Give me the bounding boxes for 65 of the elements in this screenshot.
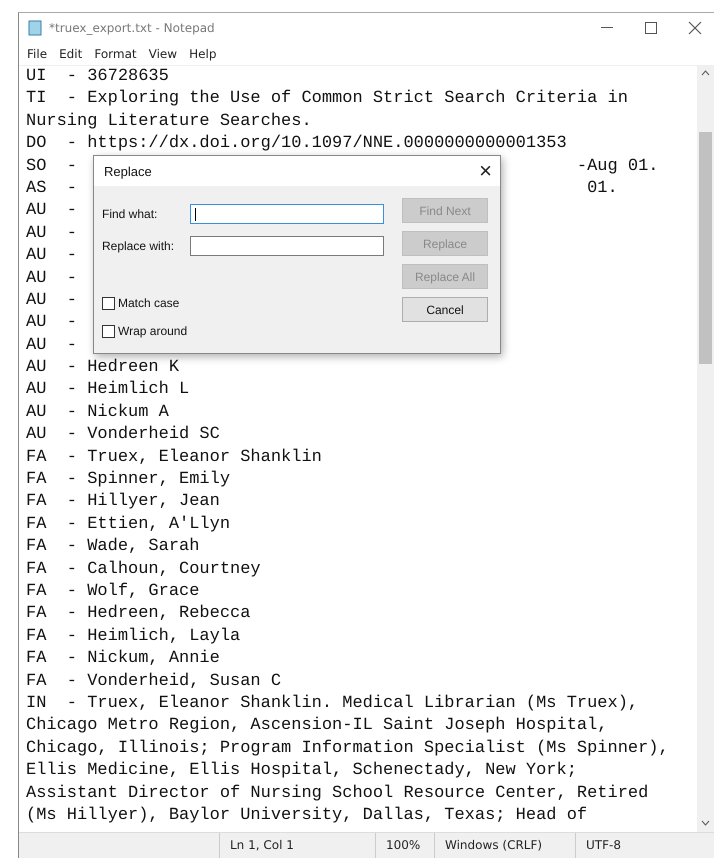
text-line: AU -	[26, 246, 78, 266]
text-line: Chicago, Illinois; Program Information Specialist (Ms Spinner),	[26, 738, 669, 758]
text-line: IN - Truex, Eleanor Shanklin. Medical Librarian (Ms Truex),	[26, 694, 638, 713]
text-line: FA - Hillyer, Jean	[26, 492, 220, 512]
text-line: AU -	[26, 336, 78, 355]
menu-item[interactable]: View	[142, 45, 184, 63]
text-line: -Aug 01.	[576, 156, 658, 178]
status-text: Ln 1, Col 1	[219, 833, 375, 858]
text-line: AU - Vonderheid SC	[26, 425, 220, 444]
text-line: FA - Truex, Eleanor Shanklin	[26, 448, 322, 467]
text-line: DO - https://dx.doi.org/10.1097/NNE.0000000000001353	[26, 134, 567, 154]
checkbox-label[interactable]: Match case	[118, 296, 180, 310]
field-label: Replace with:	[102, 239, 176, 253]
scroll-down-icon[interactable]	[702, 820, 710, 826]
text-line: FA - Spinner, Emily	[26, 470, 230, 490]
text-line: AU - Hedreen K	[26, 358, 180, 378]
text-line: AU -	[26, 268, 78, 288]
text-line: AU -	[26, 313, 78, 332]
text-line: 01.	[587, 178, 618, 200]
text-line: AU -	[26, 290, 78, 310]
status-text: 100%	[375, 833, 434, 858]
field-label: Find what:	[102, 207, 158, 221]
dialog-button[interactable]: Cancel	[402, 297, 488, 322]
text-line: UI - 36728635	[26, 67, 169, 86]
text-line: FA - Hedreen, Rebecca	[26, 604, 250, 624]
maximize-icon[interactable]	[645, 22, 657, 34]
text-line: AU -	[26, 224, 78, 243]
input-field[interactable]	[190, 204, 384, 224]
text-line: FA - Heimlich, Layla	[26, 626, 240, 646]
text-line: SO -	[26, 156, 78, 176]
text-line: FA - Vonderheid, Susan C	[26, 672, 282, 691]
notepad-icon	[27, 20, 43, 36]
menu-item[interactable]: Edit	[53, 45, 88, 63]
text-line: AU -	[26, 201, 78, 220]
minimize-icon[interactable]	[601, 27, 613, 29]
checkbox[interactable]	[102, 324, 115, 338]
text-line: AU - Nickum A	[26, 402, 169, 422]
text-line: Chicago Metro Region, Ascension-IL Saint Joseph Hospital,	[26, 716, 608, 736]
status-text: Windows (CRLF)	[434, 833, 575, 858]
menu-item[interactable]: File	[21, 45, 54, 63]
menu-item[interactable]: Help	[183, 45, 222, 63]
scrollbar[interactable]	[697, 66, 714, 832]
status-text: UTF-8	[575, 833, 631, 858]
text-line: AU - Heimlich L	[26, 380, 190, 400]
text-line: Ellis Medicine, Ellis Hospital, Schenectady, New York;	[26, 761, 577, 780]
text-line: Nursing Literature Searches.	[26, 112, 312, 131]
scroll-up-icon[interactable]	[702, 70, 710, 76]
close-button[interactable]: ×	[479, 160, 492, 182]
text-line: FA - Nickum, Annie	[26, 649, 220, 668]
text-line: FA - Wade, Sarah	[26, 537, 200, 556]
scrollbar-thumb[interactable]	[699, 132, 712, 364]
window-title: *truex_export.txt - Notepad	[49, 21, 216, 35]
text-line: FA - Ettien, A'Llyn	[26, 514, 230, 534]
text-line: FA - Calhoun, Courtney	[26, 560, 261, 579]
checkbox[interactable]	[102, 296, 115, 310]
input-field[interactable]	[190, 236, 384, 256]
text-line: FA - Wolf, Grace	[26, 582, 200, 601]
checkbox-label[interactable]: Wrap around	[118, 324, 188, 338]
text-line: TI - Exploring the Use of Common Strict Search Criteria in	[26, 89, 628, 108]
text-line: AS -	[26, 178, 78, 198]
dialog-title: Replace	[104, 164, 152, 178]
menu-item[interactable]: Format	[88, 45, 143, 63]
text-line: Assistant Director of Nursing School Resource Center, Retired	[26, 784, 648, 802]
text-line: (Ms Hillyer), Baylor University, Dallas, Texas; Head of	[26, 806, 588, 825]
close-icon[interactable]	[688, 21, 702, 35]
